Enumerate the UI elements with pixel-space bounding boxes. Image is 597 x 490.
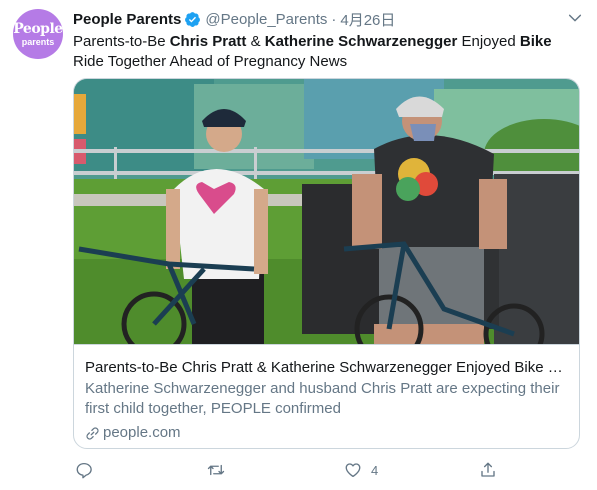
tweet-actions: 4	[73, 458, 580, 482]
share-button[interactable]	[479, 458, 497, 482]
like-button[interactable]: 4	[344, 458, 378, 482]
share-icon	[481, 462, 495, 477]
tweet-text-part: Enjoyed	[457, 33, 520, 50]
tweet-text: Parents-to-Be Chris Pratt & Katherine Sc…	[73, 32, 578, 72]
like-count: 4	[371, 462, 379, 478]
verified-badge-icon	[185, 11, 201, 27]
tweet-text-bold-name: Chris Pratt	[169, 33, 247, 50]
tweet-text-bold-name: Katherine Schwarzenegger	[264, 33, 458, 50]
tweet-text-bold-word: Bike	[519, 33, 552, 50]
card-title[interactable]: Parents-to-Be Chris Pratt & Katherine Sc…	[85, 358, 568, 378]
avatar[interactable]: People parents	[13, 9, 63, 59]
card-photo	[74, 79, 579, 344]
tweet-text-part: &	[246, 33, 265, 50]
author-handle[interactable]: @People_Parents	[205, 11, 327, 28]
heart-icon	[345, 463, 361, 478]
tweet-header: People Parents @People_Parents · 4月26日	[73, 9, 557, 29]
author-name[interactable]: People Parents	[73, 11, 181, 28]
card-domain[interactable]: people.com	[85, 423, 568, 443]
tweet-text-part: Parents-to-Be	[73, 33, 170, 50]
reply-icon	[76, 462, 92, 479]
card-domain-text: people.com	[103, 424, 181, 441]
header-separator: ·	[331, 10, 337, 28]
card-description: Katherine Schwarzenegger and husband Chr…	[85, 380, 560, 417]
avatar-logo-text: People	[13, 20, 63, 37]
reply-button[interactable]	[75, 458, 102, 482]
card-body: Parents-to-Be Chris Pratt & Katherine Sc…	[74, 344, 579, 448]
link-icon	[86, 426, 99, 440]
retweet-button[interactable]	[207, 458, 234, 482]
chevron-down-icon[interactable]	[567, 10, 583, 26]
tweet-text-part: Ride Together Ahead of Pregnancy News	[73, 53, 348, 70]
link-card[interactable]: Parents-to-Be Chris Pratt & Katherine Sc…	[73, 78, 580, 449]
avatar-logo-subtext: parents	[21, 36, 55, 47]
tweet-date[interactable]: 4月26日	[340, 9, 395, 30]
retweet-icon	[207, 464, 225, 476]
